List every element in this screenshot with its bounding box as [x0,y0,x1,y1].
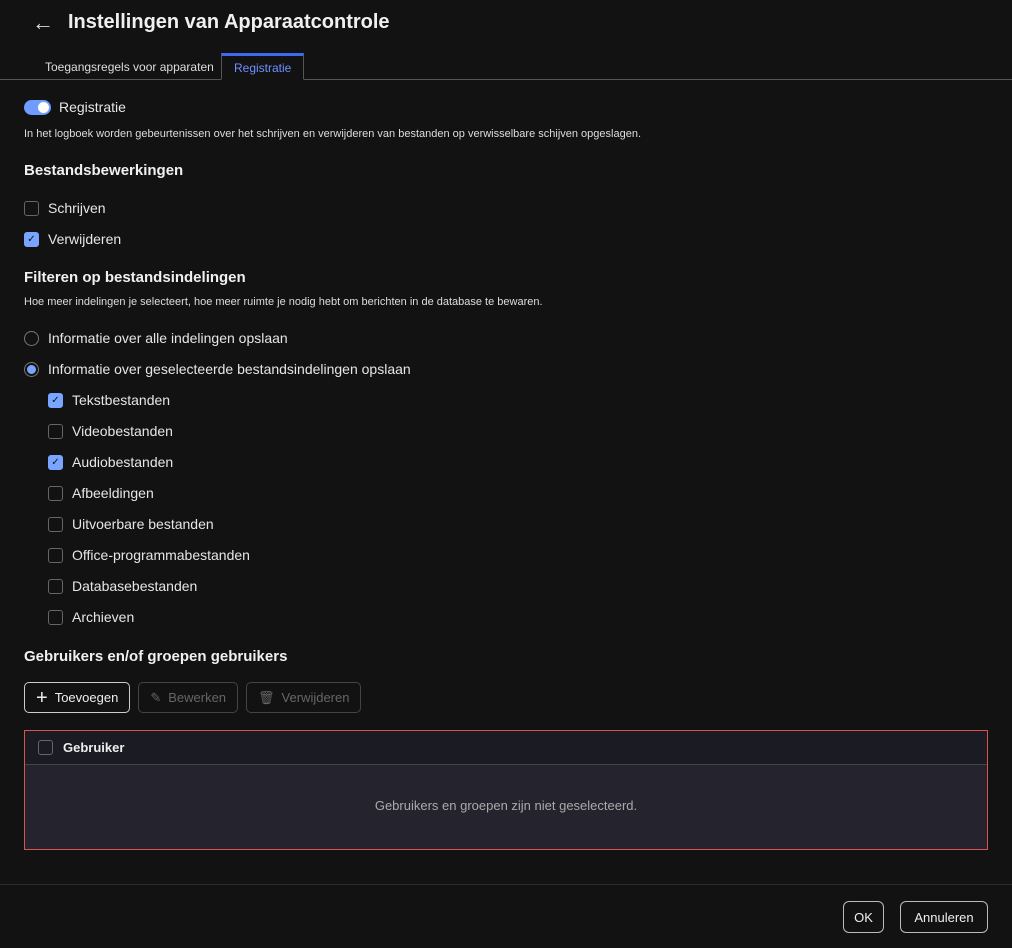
checkbox[interactable] [24,200,39,216]
checkbox[interactable]: ✓ [24,231,39,247]
file-op-option[interactable]: ✓ Verwijderen [24,229,121,249]
logging-toggle[interactable] [24,100,51,115]
format-option[interactable]: Archieven [48,607,134,627]
option-label: Uitvoerbare bestanden [72,516,214,532]
file-ops-heading: Bestandsbewerkingen [24,162,184,179]
option-label: Informatie over alle indelingen opslaan [48,330,288,346]
format-option[interactable]: Afbeeldingen [48,483,154,503]
ok-button[interactable]: OK [843,901,884,933]
select-all-checkbox[interactable] [38,740,53,755]
format-option[interactable]: Videobestanden [48,421,173,441]
add-button[interactable]: + Toevoegen [24,682,131,713]
column-user[interactable]: Gebruiker [63,740,124,755]
option-label: Afbeeldingen [72,485,154,501]
checkbox[interactable] [48,516,63,532]
empty-message: Gebruikers en groepen zijn niet geselect… [374,798,638,813]
page-title: Instellingen van Apparaatcontrole [68,11,390,33]
format-option[interactable]: Office-programmabestanden [48,545,250,565]
delete-button[interactable]: 🗑 Verwijderen [246,682,362,713]
option-label: Databasebestanden [72,578,198,594]
logging-toggle-label: Registratie [59,99,126,115]
checkbox[interactable] [48,578,63,594]
file-op-option[interactable]: Schrijven [24,198,106,218]
checkbox[interactable]: ✓ [48,454,63,470]
format-mode-radio[interactable]: Informatie over geselecteerde bestandsin… [24,359,411,379]
users-table: Gebruiker Gebruikers en groepen zijn nie… [24,730,988,850]
option-label: Schrijven [48,200,106,216]
option-label: Informatie over geselecteerde bestandsin… [48,361,411,377]
checkbox[interactable]: ✓ [48,392,63,408]
footer-divider [0,884,1012,885]
edit-button[interactable]: ✎ Bewerken [138,682,239,713]
option-label: Office-programmabestanden [72,547,250,563]
table-header: Gebruiker [25,731,987,765]
tab-access-rules[interactable]: Toegangsregels voor apparaten [33,53,226,80]
filter-description: Hoe meer indelingen je selecteert, hoe m… [24,296,543,308]
format-option[interactable]: ✓ Audiobestanden [48,452,173,472]
checkbox[interactable] [48,609,63,625]
users-heading: Gebruikers en/of groepen gebruikers [24,648,288,665]
trash-icon: 🗑 [258,689,275,705]
checkbox[interactable] [48,423,63,439]
logging-description: In het logboek worden gebeurtenissen ove… [24,128,641,140]
option-label: Verwijderen [48,231,122,247]
checkbox[interactable] [48,547,63,563]
add-label: Toevoegen [54,690,119,705]
option-label: Audiobestanden [72,454,174,470]
radio-button[interactable] [24,330,39,346]
pencil-icon: ✎ [150,689,162,705]
option-label: Videobestanden [72,423,173,439]
checkbox[interactable] [48,485,63,501]
option-label: Archieven [72,609,135,625]
tab-registratie[interactable]: Registratie [221,53,304,80]
cancel-button[interactable]: Annuleren [900,901,988,933]
format-mode-radio[interactable]: Informatie over alle indelingen opslaan [24,328,288,348]
option-label: Tekstbestanden [72,392,171,408]
format-option[interactable]: Databasebestanden [48,576,197,596]
filter-heading: Filteren op bestandsindelingen [24,269,246,286]
plus-icon: + [36,686,48,709]
back-arrow-icon[interactable]: ← [32,10,54,36]
format-option[interactable]: Uitvoerbare bestanden [48,514,214,534]
delete-label: Verwijderen [281,690,350,705]
radio-button[interactable] [24,361,39,377]
edit-label: Bewerken [168,690,227,705]
format-option[interactable]: ✓ Tekstbestanden [48,390,170,410]
